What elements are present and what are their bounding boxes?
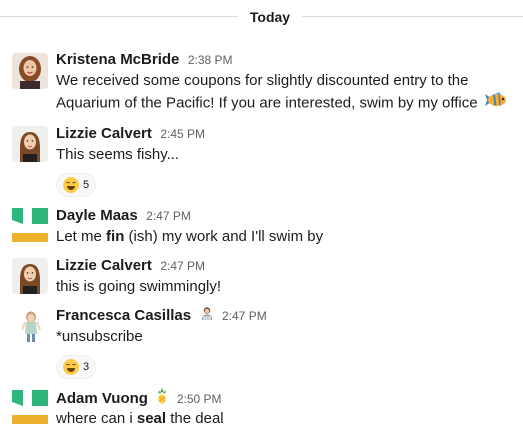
timestamp[interactable]: 2:47 PM	[160, 259, 205, 273]
reaction-joy[interactable]: 3	[56, 355, 97, 379]
avatar-shape	[12, 233, 48, 242]
divider-line-left	[0, 16, 238, 17]
message: Dayle Maas 2:47 PM Let me fin (ish) my w…	[0, 206, 523, 250]
message: Lizzie Calvert 2:47 PM this is going swi…	[0, 256, 523, 300]
timestamp[interactable]: 2:50 PM	[177, 392, 222, 406]
message-text: this is going swimmingly!	[56, 278, 222, 295]
person-in-laptop-icon[interactable]	[200, 306, 214, 326]
message: Lizzie Calvert 2:45 PM This seems fishy.…	[0, 124, 523, 200]
avatar[interactable]	[12, 126, 48, 162]
divider-line-right	[302, 16, 523, 17]
message-body: We received some coupons for slightly di…	[56, 72, 478, 112]
timestamp[interactable]: 2:47 PM	[146, 209, 191, 223]
text-segment: the deal	[166, 410, 224, 427]
avatar[interactable]	[12, 258, 48, 294]
text-segment: where can i	[56, 410, 137, 427]
message-text: This seems fishy...	[56, 146, 180, 163]
sender-name[interactable]: Lizzie Calvert	[56, 125, 152, 142]
reaction-count: 3	[83, 361, 90, 373]
sender-name[interactable]: Francesca Casillas	[56, 307, 191, 324]
avatar-shape	[32, 390, 48, 406]
message-text: *unsubscribe	[56, 328, 143, 345]
date-divider: Today	[0, 0, 523, 32]
reaction-count: 5	[83, 179, 90, 191]
message: Adam Vuong 2:50 PM where can i seal the …	[0, 388, 523, 430]
date-divider-label[interactable]: Today	[240, 5, 300, 29]
text-segment: (ish) my work and I'll swim by	[124, 228, 324, 245]
message-text: Let me fin (ish) my work and I'll swim b…	[56, 226, 515, 248]
avatar-shape	[12, 390, 23, 406]
message-text: where can i seal the deal	[56, 408, 515, 430]
timestamp[interactable]: 2:45 PM	[160, 127, 205, 141]
message-text: We received some coupons for slightly di…	[56, 70, 515, 115]
reaction-joy[interactable]: 5	[56, 173, 97, 197]
timestamp[interactable]: 2:47 PM	[222, 309, 267, 323]
bold-text: fin	[106, 228, 125, 245]
timestamp[interactable]: 2:38 PM	[188, 53, 233, 67]
joy-icon	[63, 359, 79, 375]
bold-text: seal	[136, 410, 167, 427]
sender-name[interactable]: Kristena McBride	[56, 51, 179, 68]
sender-name[interactable]: Adam Vuong	[56, 390, 148, 407]
avatar[interactable]	[12, 53, 48, 89]
text-segment: Let me	[56, 228, 107, 245]
avatar[interactable]	[12, 308, 48, 344]
joy-icon	[63, 177, 79, 193]
avatar-shape	[32, 208, 48, 224]
avatar-shape	[12, 208, 23, 224]
sender-name[interactable]: Lizzie Calvert	[56, 257, 152, 274]
pineapple-icon[interactable]	[156, 388, 168, 410]
message: Francesca Casillas 2:47 PM *unsubscribe …	[0, 306, 523, 382]
avatar[interactable]	[12, 390, 48, 426]
sender-name[interactable]: Dayle Maas	[56, 207, 138, 224]
avatar[interactable]	[12, 208, 48, 244]
tropical-fish-icon	[484, 92, 507, 115]
message: Kristena McBride 2:38 PM We received som…	[0, 50, 523, 116]
avatar-shape	[12, 415, 48, 424]
